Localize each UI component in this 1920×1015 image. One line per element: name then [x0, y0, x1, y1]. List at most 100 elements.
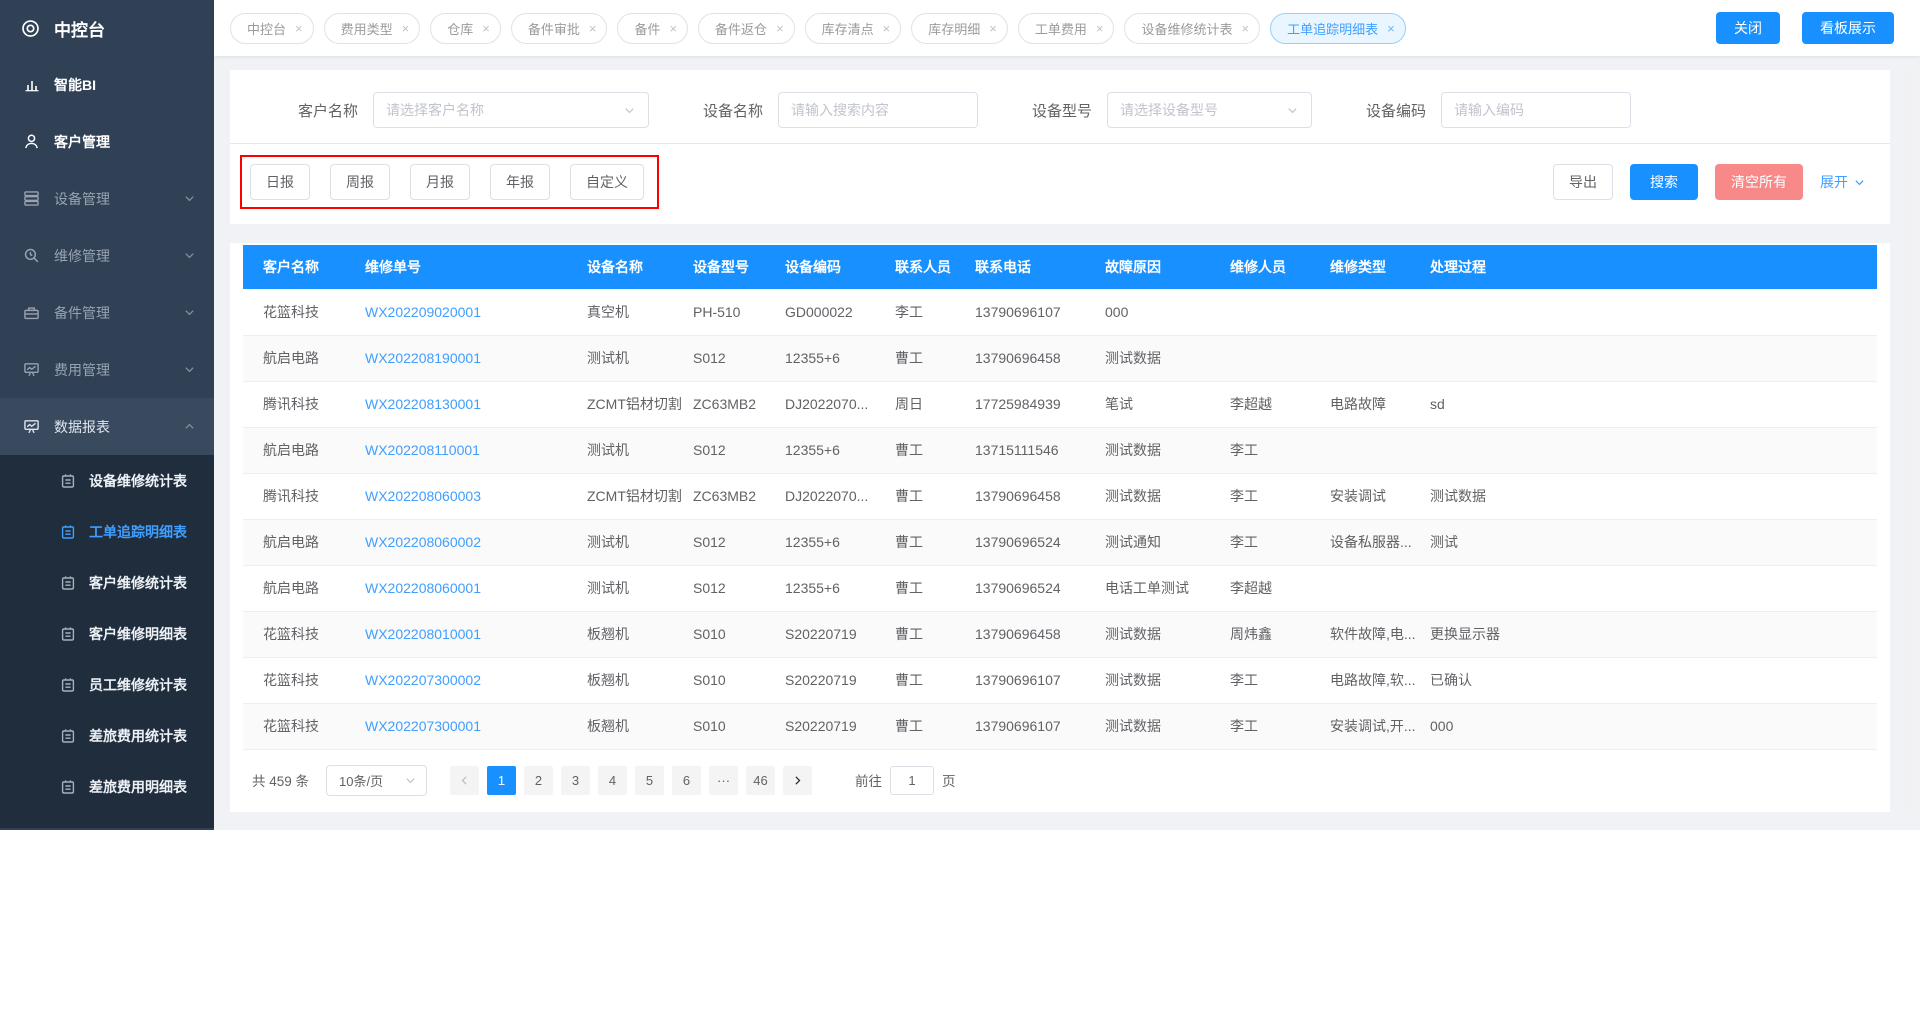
table-cell: 曹工: [885, 565, 965, 611]
sidebar-item-customers[interactable]: 客户管理: [0, 113, 214, 170]
clear-all-button[interactable]: 清空所有: [1715, 164, 1803, 200]
server-icon: [22, 190, 41, 207]
table-cell: 花篮科技: [243, 289, 355, 335]
table-cell: 12355+6: [775, 519, 885, 565]
table-row: 航启电路WX202208190001测试机S01212355+6曹工137906…: [243, 335, 1877, 381]
period-yearly-button[interactable]: 年报: [490, 164, 550, 200]
close-icon[interactable]: ×: [669, 22, 677, 35]
table-cell: 李工: [1220, 657, 1320, 703]
tab-spare-return[interactable]: 备件返仓 ×: [698, 13, 795, 44]
sidebar-subitem-work-order-tracking[interactable]: 工单追踪明细表: [0, 506, 214, 557]
close-icon[interactable]: ×: [1096, 22, 1104, 35]
filter-panel: 客户名称 请选择客户名称 设备名称 设备型号 请选择设备型号 设备编码: [230, 70, 1890, 224]
tab-spare[interactable]: 备件 ×: [617, 13, 688, 44]
table-cell: 13790696107: [965, 703, 1095, 749]
table-cell: 曹工: [885, 335, 965, 381]
scrollbar[interactable]: [1906, 72, 1913, 812]
tab-expense-type[interactable]: 费用类型 ×: [324, 13, 421, 44]
order-link[interactable]: WX202208110001: [365, 442, 480, 458]
device-name-input[interactable]: [791, 102, 965, 118]
total-count: 共 459 条: [252, 770, 309, 790]
table-cell: [1420, 335, 1877, 381]
page-size-select[interactable]: 10条/页: [326, 765, 427, 796]
board-display-button[interactable]: 看板展示: [1802, 12, 1894, 44]
tab-work-order-tracking[interactable]: 工单追踪明细表 ×: [1270, 13, 1406, 44]
table-cell: S010: [683, 657, 775, 703]
customer-name-select[interactable]: 请选择客户名称: [373, 92, 649, 128]
close-icon[interactable]: ×: [883, 22, 891, 35]
period-monthly-button[interactable]: 月报: [410, 164, 470, 200]
table-cell: 测试数据: [1095, 657, 1220, 703]
order-link[interactable]: WX202208010001: [365, 626, 481, 642]
period-custom-button[interactable]: 自定义: [570, 164, 644, 200]
close-icon[interactable]: ×: [989, 22, 997, 35]
sidebar-item-devices[interactable]: 设备管理: [0, 170, 214, 227]
table-cell: DJ2022070...: [775, 381, 885, 427]
sidebar-item-spare-parts[interactable]: 备件管理: [0, 284, 214, 341]
device-model-select[interactable]: 请选择设备型号: [1107, 92, 1312, 128]
table-cell: 已确认: [1420, 657, 1877, 703]
page-button-3[interactable]: 3: [561, 766, 590, 795]
device-code-input[interactable]: [1454, 102, 1618, 118]
search-button[interactable]: 搜索: [1630, 164, 1698, 200]
order-link[interactable]: WX202207300001: [365, 718, 481, 734]
tab-spare-approval[interactable]: 备件审批 ×: [511, 13, 608, 44]
order-link[interactable]: WX202208060003: [365, 488, 481, 504]
tab-warehouse[interactable]: 仓库 ×: [430, 13, 501, 44]
tab-inventory-check[interactable]: 库存清点 ×: [805, 13, 902, 44]
close-icon[interactable]: ×: [776, 22, 784, 35]
period-daily-button[interactable]: 日报: [250, 164, 310, 200]
close-icon[interactable]: ×: [1387, 22, 1395, 35]
page-button-5[interactable]: 5: [635, 766, 664, 795]
page-button-1[interactable]: 1: [487, 766, 516, 795]
page-ellipsis-button[interactable]: ···: [709, 766, 738, 795]
sidebar-subitem-travel-expense-stats[interactable]: 差旅费用统计表: [0, 710, 214, 761]
page-button-46[interactable]: 46: [746, 766, 775, 795]
cell-repair-order-no: WX202207300001: [355, 703, 577, 749]
sidebar-subitem-customer-repair-detail[interactable]: 客户维修明细表: [0, 608, 214, 659]
cell-repair-order-no: WX202208060001: [355, 565, 577, 611]
close-icon[interactable]: ×: [1242, 22, 1250, 35]
table-cell: 花篮科技: [243, 657, 355, 703]
page-button-6[interactable]: 6: [672, 766, 701, 795]
order-link[interactable]: WX202208060001: [365, 580, 481, 596]
order-link[interactable]: WX202208130001: [365, 396, 481, 412]
goto-page-input[interactable]: [890, 766, 934, 795]
sidebar-item-bi[interactable]: 智能BI: [0, 56, 214, 113]
tab-work-order-expense[interactable]: 工单费用 ×: [1018, 13, 1115, 44]
sidebar-subitem-employee-repair-stats[interactable]: 员工维修统计表: [0, 659, 214, 710]
expand-toggle[interactable]: 展开: [1820, 172, 1866, 192]
tab-console[interactable]: 中控台 ×: [230, 13, 314, 44]
next-page-button[interactable]: [783, 766, 812, 795]
close-button[interactable]: 关闭: [1716, 12, 1780, 44]
page-button-4[interactable]: 4: [598, 766, 627, 795]
tab-label: 费用类型: [341, 19, 393, 38]
order-link[interactable]: WX202208190001: [365, 350, 481, 366]
sidebar-item-maintenance[interactable]: 维修管理: [0, 227, 214, 284]
sidebar-subitem-travel-expense-detail[interactable]: 差旅费用明细表: [0, 761, 214, 812]
close-icon[interactable]: ×: [589, 22, 597, 35]
sidebar-subitem-device-repair-stats[interactable]: 设备维修统计表: [0, 455, 214, 506]
close-icon[interactable]: ×: [402, 22, 410, 35]
table-cell: S012: [683, 335, 775, 381]
table-cell: [1420, 427, 1877, 473]
period-weekly-button[interactable]: 周报: [330, 164, 390, 200]
close-icon[interactable]: ×: [482, 22, 490, 35]
sidebar-item-reports[interactable]: 数据报表: [0, 398, 214, 455]
prev-page-button[interactable]: [450, 766, 479, 795]
export-button[interactable]: 导出: [1553, 164, 1613, 200]
notebook-icon: [58, 575, 77, 591]
order-link[interactable]: WX202209020001: [365, 304, 481, 320]
order-link[interactable]: WX202207300002: [365, 672, 481, 688]
sidebar-subitem-customer-repair-stats[interactable]: 客户维修统计表: [0, 557, 214, 608]
column-header: 维修类型: [1320, 245, 1420, 289]
table-cell: 测试机: [577, 565, 683, 611]
tab-device-repair-stats[interactable]: 设备维修统计表 ×: [1124, 13, 1260, 44]
tab-inventory-detail[interactable]: 库存明细 ×: [911, 13, 1008, 44]
sidebar-item-expenses[interactable]: 费用管理: [0, 341, 214, 398]
close-icon[interactable]: ×: [295, 22, 303, 35]
page-button-2[interactable]: 2: [524, 766, 553, 795]
content: 客户名称 请选择客户名称 设备名称 设备型号 请选择设备型号 设备编码: [214, 56, 1920, 830]
table-cell: 安装调试,开...: [1320, 703, 1420, 749]
order-link[interactable]: WX202208060002: [365, 534, 481, 550]
